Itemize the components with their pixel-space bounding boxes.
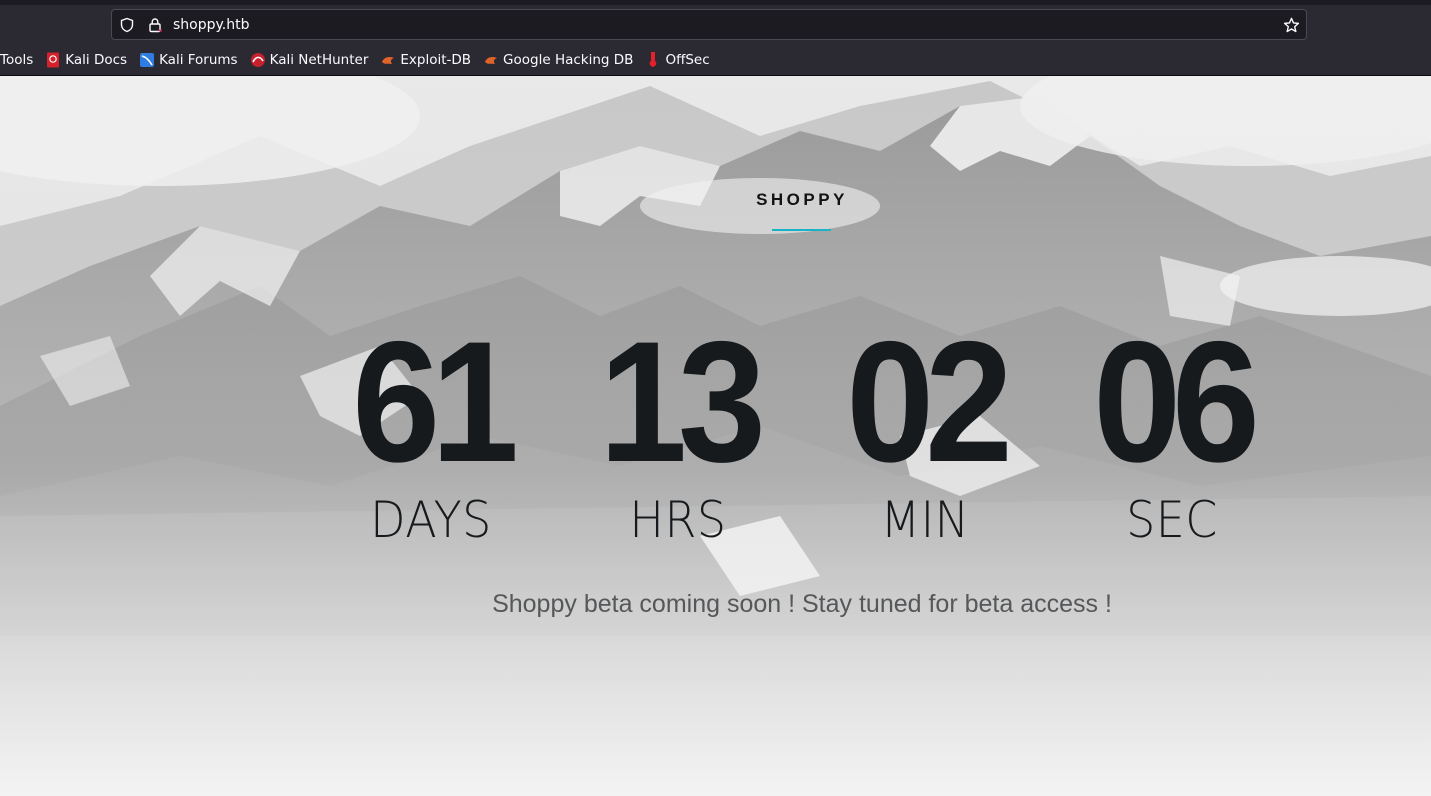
shield-icon[interactable] [118, 16, 136, 34]
bookmarks-toolbar: Tools Kali Docs Kali Forums Kali NetHunt… [0, 46, 1431, 74]
exploit-db-icon [380, 52, 396, 68]
offsec-icon [645, 52, 661, 68]
web-page: SHOPPY 61 DAYS 13 HRS 02 MIN 06 SEC Shop… [0, 76, 1431, 796]
ghdb-icon [483, 52, 499, 68]
bookmark-kali-nethunter[interactable]: Kali NetHunter [250, 46, 369, 74]
countdown-value: 02 [846, 306, 1013, 498]
bookmark-label: Tools [0, 52, 34, 68]
bookmark-label: Kali Forums [159, 52, 238, 68]
countdown-days: 61 DAYS [311, 306, 551, 549]
bookmark-label: Google Hacking DB [503, 52, 634, 68]
countdown-seconds: 06 SEC [1052, 306, 1292, 549]
countdown-hours: 13 HRS [558, 306, 798, 549]
kali-docs-icon [45, 52, 61, 68]
bookmark-google-hacking-db[interactable]: Google Hacking DB [483, 46, 633, 74]
bookmark-label: Kali Docs [65, 52, 128, 68]
countdown-label: DAYS [370, 491, 492, 549]
bookmark-star-icon[interactable] [1282, 16, 1300, 34]
kali-forums-icon [139, 52, 155, 68]
countdown-value: 06 [1093, 306, 1260, 498]
bookmark-label: Kali NetHunter [269, 52, 369, 68]
lock-icon[interactable] [146, 16, 164, 34]
address-bar[interactable]: shoppy.htb [111, 9, 1307, 40]
countdown-minutes: 02 MIN [805, 306, 1045, 549]
tab-strip [0, 0, 1431, 5]
beta-tagline: Shoppy beta coming soon ! Stay tuned for… [492, 590, 1112, 618]
bookmark-label: OffSec [665, 52, 710, 68]
countdown-value: 61 [352, 306, 519, 498]
bookmark-kali-forums[interactable]: Kali Forums [139, 46, 238, 74]
bookmark-label: Exploit-DB [400, 52, 472, 68]
countdown-label: HRS [629, 491, 727, 549]
url-text[interactable]: shoppy.htb [173, 16, 250, 34]
bookmark-tools[interactable]: Tools [0, 46, 33, 74]
countdown-value: 13 [599, 306, 766, 498]
kali-nethunter-icon [250, 52, 266, 68]
bookmark-kali-docs[interactable]: Kali Docs [45, 46, 127, 74]
bookmark-offsec[interactable]: OffSec [645, 46, 710, 74]
site-brand: SHOPPY [756, 190, 848, 209]
brand-underline [772, 229, 831, 231]
countdown-label: MIN [880, 491, 970, 549]
countdown-label: SEC [1126, 491, 1218, 549]
bookmark-exploit-db[interactable]: Exploit-DB [380, 46, 471, 74]
browser-chrome: shoppy.htb Tools Kali Docs Kali Forums K… [0, 0, 1431, 76]
